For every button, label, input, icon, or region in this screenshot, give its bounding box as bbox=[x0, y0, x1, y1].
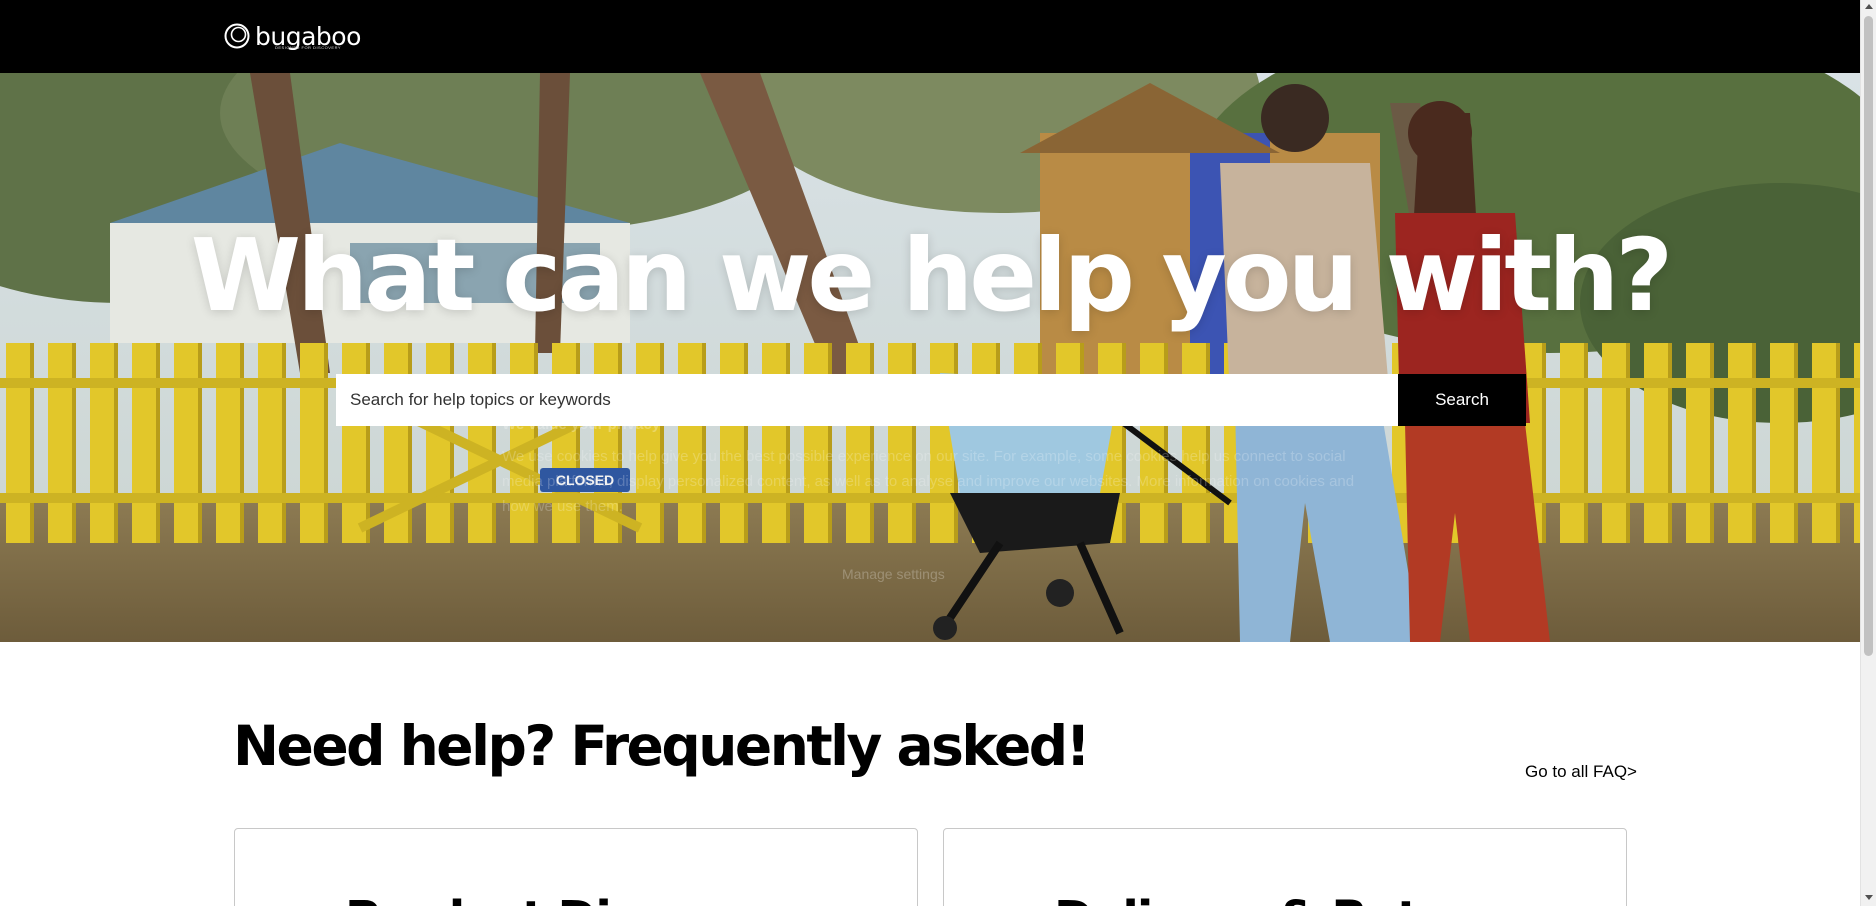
scrollbar-thumb[interactable] bbox=[1864, 16, 1873, 656]
faq-category-title: Delivery & Returns bbox=[1054, 891, 1532, 906]
scroll-up-arrow-icon[interactable] bbox=[1865, 4, 1873, 9]
bugaboo-logo[interactable]: bugaboo DESIGNED FOR DISCOVERY bbox=[223, 21, 361, 51]
hero-background-image: CLOSED bbox=[0, 73, 1860, 642]
page: bugaboo DESIGNED FOR DISCOVERY CLOSED Wh… bbox=[0, 0, 1860, 906]
hero-title: What can we help you with? bbox=[190, 217, 1674, 334]
all-faq-link[interactable]: Go to all FAQ> bbox=[1525, 762, 1637, 782]
faq-category-card[interactable]: Product Discovery bbox=[234, 828, 918, 906]
search-button[interactable]: Search bbox=[1398, 374, 1526, 426]
help-search-form: Search bbox=[336, 374, 1526, 426]
faq-section-title: Need help? Frequently asked! bbox=[233, 714, 1091, 778]
help-search-input[interactable] bbox=[336, 374, 1398, 426]
faq-category-title: Product Discovery bbox=[345, 891, 807, 906]
logo-icon bbox=[224, 23, 250, 49]
site-header: bugaboo DESIGNED FOR DISCOVERY bbox=[0, 0, 1860, 73]
svg-text:CLOSED: CLOSED bbox=[556, 472, 614, 488]
logo-tagline: DESIGNED FOR DISCOVERY bbox=[275, 45, 342, 50]
hero-banner: CLOSED What can we help you with? We val… bbox=[0, 73, 1860, 642]
faq-category-card[interactable]: Delivery & Returns bbox=[943, 828, 1627, 906]
page-scrollbar[interactable] bbox=[1860, 0, 1876, 906]
scroll-down-arrow-icon[interactable] bbox=[1865, 895, 1873, 900]
